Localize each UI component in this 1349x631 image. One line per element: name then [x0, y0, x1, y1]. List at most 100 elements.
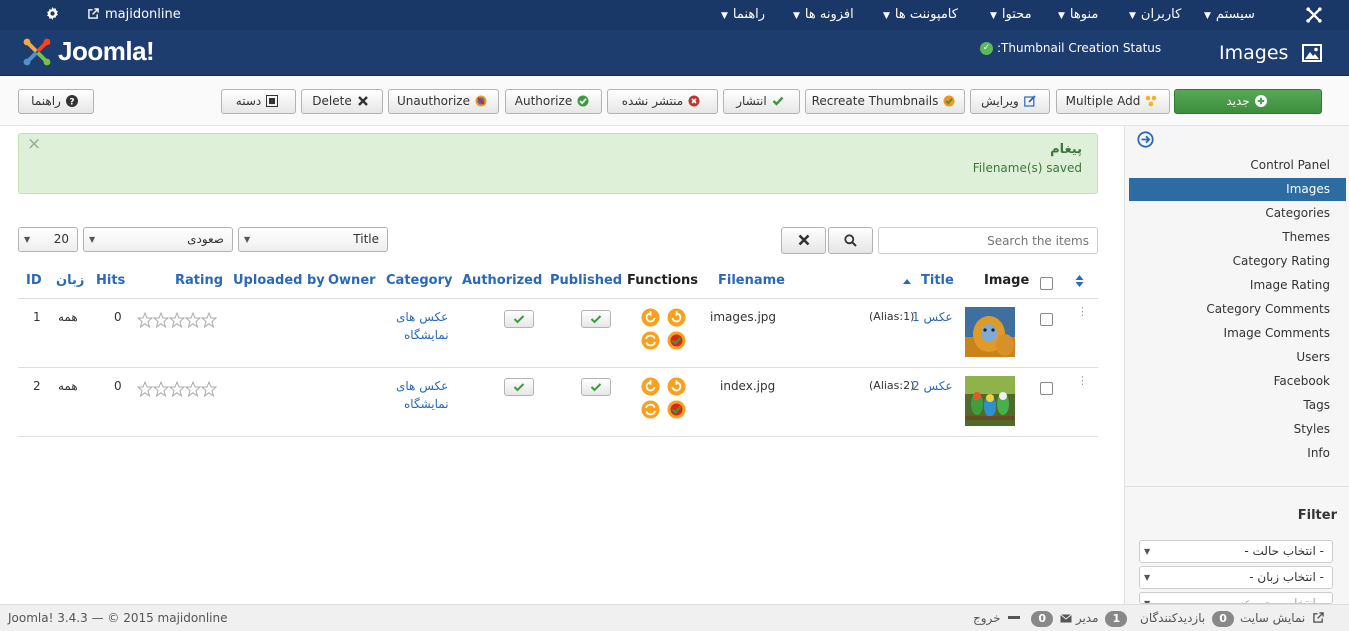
row-language: همه: [58, 310, 78, 324]
row-title-link[interactable]: عکس 1: [912, 310, 953, 324]
unpublish-button[interactable]: منتشر نشده: [607, 89, 718, 114]
row-title-link[interactable]: عکس 2: [912, 379, 953, 393]
sidebar-item-info[interactable]: Info: [1129, 442, 1346, 465]
menu-content[interactable]: ▼ محتوا: [990, 0, 1032, 30]
view-site-link[interactable]: نمایش سایت: [1240, 611, 1324, 625]
sidebar-toggle-icon[interactable]: [1137, 131, 1154, 148]
unauthorize-button[interactable]: Unauthorize: [388, 89, 499, 114]
collection-filter-select[interactable]: ▼ - انتخاب مجموعه -: [1139, 592, 1333, 604]
delete-button[interactable]: Delete: [301, 89, 383, 114]
header-language[interactable]: زبان: [56, 273, 84, 288]
thumbnail-parrots[interactable]: [965, 376, 1015, 426]
rotate-left-icon[interactable]: [641, 308, 660, 327]
refresh-icon[interactable]: [641, 331, 660, 350]
caret-down-icon: ▼: [24, 235, 31, 244]
row-checkbox[interactable]: [1040, 313, 1053, 326]
refresh-icon[interactable]: [641, 400, 660, 419]
rating-stars[interactable]: [137, 312, 217, 328]
new-button[interactable]: جدید: [1174, 89, 1322, 114]
caret-down-icon: ▼: [793, 11, 800, 21]
multiple-add-button[interactable]: Multiple Add: [1056, 89, 1170, 114]
sort-asc-icon: [903, 279, 911, 284]
rating-stars[interactable]: [137, 381, 217, 397]
sidebar-item-images[interactable]: Images: [1129, 178, 1346, 201]
approve-thumbnail-icon[interactable]: [667, 400, 686, 419]
sidebar-item-facebook[interactable]: Facebook: [1129, 370, 1346, 393]
published-toggle[interactable]: [581, 310, 611, 328]
sidebar-item-categories[interactable]: Categories: [1129, 202, 1346, 225]
row-category-link-line2[interactable]: نمایشگاه: [404, 397, 449, 411]
sidebar-item-category-rating[interactable]: Category Rating: [1129, 250, 1346, 273]
recreate-thumbnails-button[interactable]: Recreate Thumbnails: [805, 89, 965, 114]
header-filename[interactable]: Filename: [718, 273, 785, 288]
order-by-select[interactable]: ▼ Title: [238, 227, 388, 252]
header-authorized[interactable]: Authorized: [462, 273, 542, 288]
caret-down-icon: ▼: [883, 11, 890, 21]
select-all-checkbox[interactable]: [1040, 277, 1053, 290]
edit-button[interactable]: ویرایش: [970, 89, 1050, 114]
site-link[interactable]: majidonline: [88, 0, 181, 30]
thumbnail-monkey[interactable]: [965, 307, 1015, 357]
authorized-toggle[interactable]: [504, 378, 534, 396]
direction-select[interactable]: ▼ صعودی: [83, 227, 233, 252]
drag-handle-icon[interactable]: ⋮: [1077, 375, 1088, 391]
header-category[interactable]: Category: [386, 273, 452, 288]
rotate-left-icon[interactable]: [641, 377, 660, 396]
batch-button[interactable]: دسته: [221, 89, 296, 114]
menu-help[interactable]: ▼ راهنما: [721, 0, 765, 30]
row-checkbox[interactable]: [1040, 382, 1053, 395]
search-button[interactable]: [828, 227, 873, 254]
sidebar-item-themes[interactable]: Themes: [1129, 226, 1346, 249]
header-title[interactable]: Title: [921, 273, 954, 288]
publish-button[interactable]: انتشار: [723, 89, 800, 114]
limit-select[interactable]: ▼ 20: [18, 227, 78, 252]
header-id[interactable]: ID: [26, 273, 42, 288]
search-input[interactable]: [878, 227, 1098, 254]
unauthorize-icon: [475, 92, 487, 107]
visitors-status: بازدیدکنندگان 0: [1140, 611, 1237, 627]
check-icon: [513, 315, 525, 324]
header-uploaded-by[interactable]: Uploaded by: [233, 273, 325, 288]
gear-icon[interactable]: [46, 0, 59, 30]
help-button[interactable]: راهنما?: [18, 89, 94, 114]
header-published[interactable]: Published: [550, 273, 622, 288]
sidebar-item-image-rating[interactable]: Image Rating: [1129, 274, 1346, 297]
menu-system[interactable]: ▼ سیستم: [1204, 0, 1255, 30]
language-filter-select[interactable]: ▼ - انتخاب زبان -: [1139, 566, 1333, 589]
sort-icon[interactable]: [1075, 275, 1084, 287]
toolbar: راهنما? دسته Delete Unauthorize Authoriz…: [0, 76, 1349, 126]
authorize-button[interactable]: Authorize: [505, 89, 602, 114]
question-icon: ?: [65, 92, 78, 108]
published-toggle[interactable]: [581, 378, 611, 396]
caret-down-icon: ▼: [1058, 11, 1065, 21]
sidebar-item-tags[interactable]: Tags: [1129, 394, 1346, 417]
header-owner[interactable]: Owner: [328, 273, 376, 288]
state-filter-select[interactable]: ▼ - انتخاب حالت -: [1139, 540, 1333, 563]
sidebar: Control Panel Images Categories Themes C…: [1124, 126, 1349, 604]
sidebar-item-styles[interactable]: Styles: [1129, 418, 1346, 441]
menu-users[interactable]: ▼ کاربران: [1129, 0, 1181, 30]
row-category-link[interactable]: عکس های: [396, 379, 448, 393]
rotate-right-icon[interactable]: [667, 308, 686, 327]
logout-link[interactable]: خروج 0: [973, 611, 1056, 627]
row-category-link-line2[interactable]: نمایشگاه: [404, 328, 449, 342]
menu-menus[interactable]: ▼ منوها: [1058, 0, 1098, 30]
menu-components[interactable]: ▼ کامپوننت ها: [883, 0, 958, 30]
authorized-toggle[interactable]: [504, 310, 534, 328]
check-icon: [513, 383, 525, 392]
sidebar-item-control-panel[interactable]: Control Panel: [1129, 154, 1346, 177]
menu-plugins[interactable]: ▼ افزونه ها: [793, 0, 854, 30]
sidebar-item-category-comments[interactable]: Category Comments: [1129, 298, 1346, 321]
close-icon[interactable]: ×: [27, 134, 41, 154]
clear-search-button[interactable]: [781, 227, 826, 254]
joomla-logo[interactable]: Joomla!: [22, 35, 172, 67]
header-rating[interactable]: Rating: [175, 273, 223, 288]
sidebar-item-users[interactable]: Users: [1129, 346, 1346, 369]
header-hits[interactable]: Hits: [96, 273, 125, 288]
drag-handle-icon[interactable]: ⋮: [1077, 306, 1088, 322]
row-category-link[interactable]: عکس های: [396, 310, 448, 324]
approve-thumbnail-icon[interactable]: [667, 331, 686, 350]
joomla-icon[interactable]: [1305, 6, 1323, 24]
rotate-right-icon[interactable]: [667, 377, 686, 396]
sidebar-item-image-comments[interactable]: Image Comments: [1129, 322, 1346, 345]
